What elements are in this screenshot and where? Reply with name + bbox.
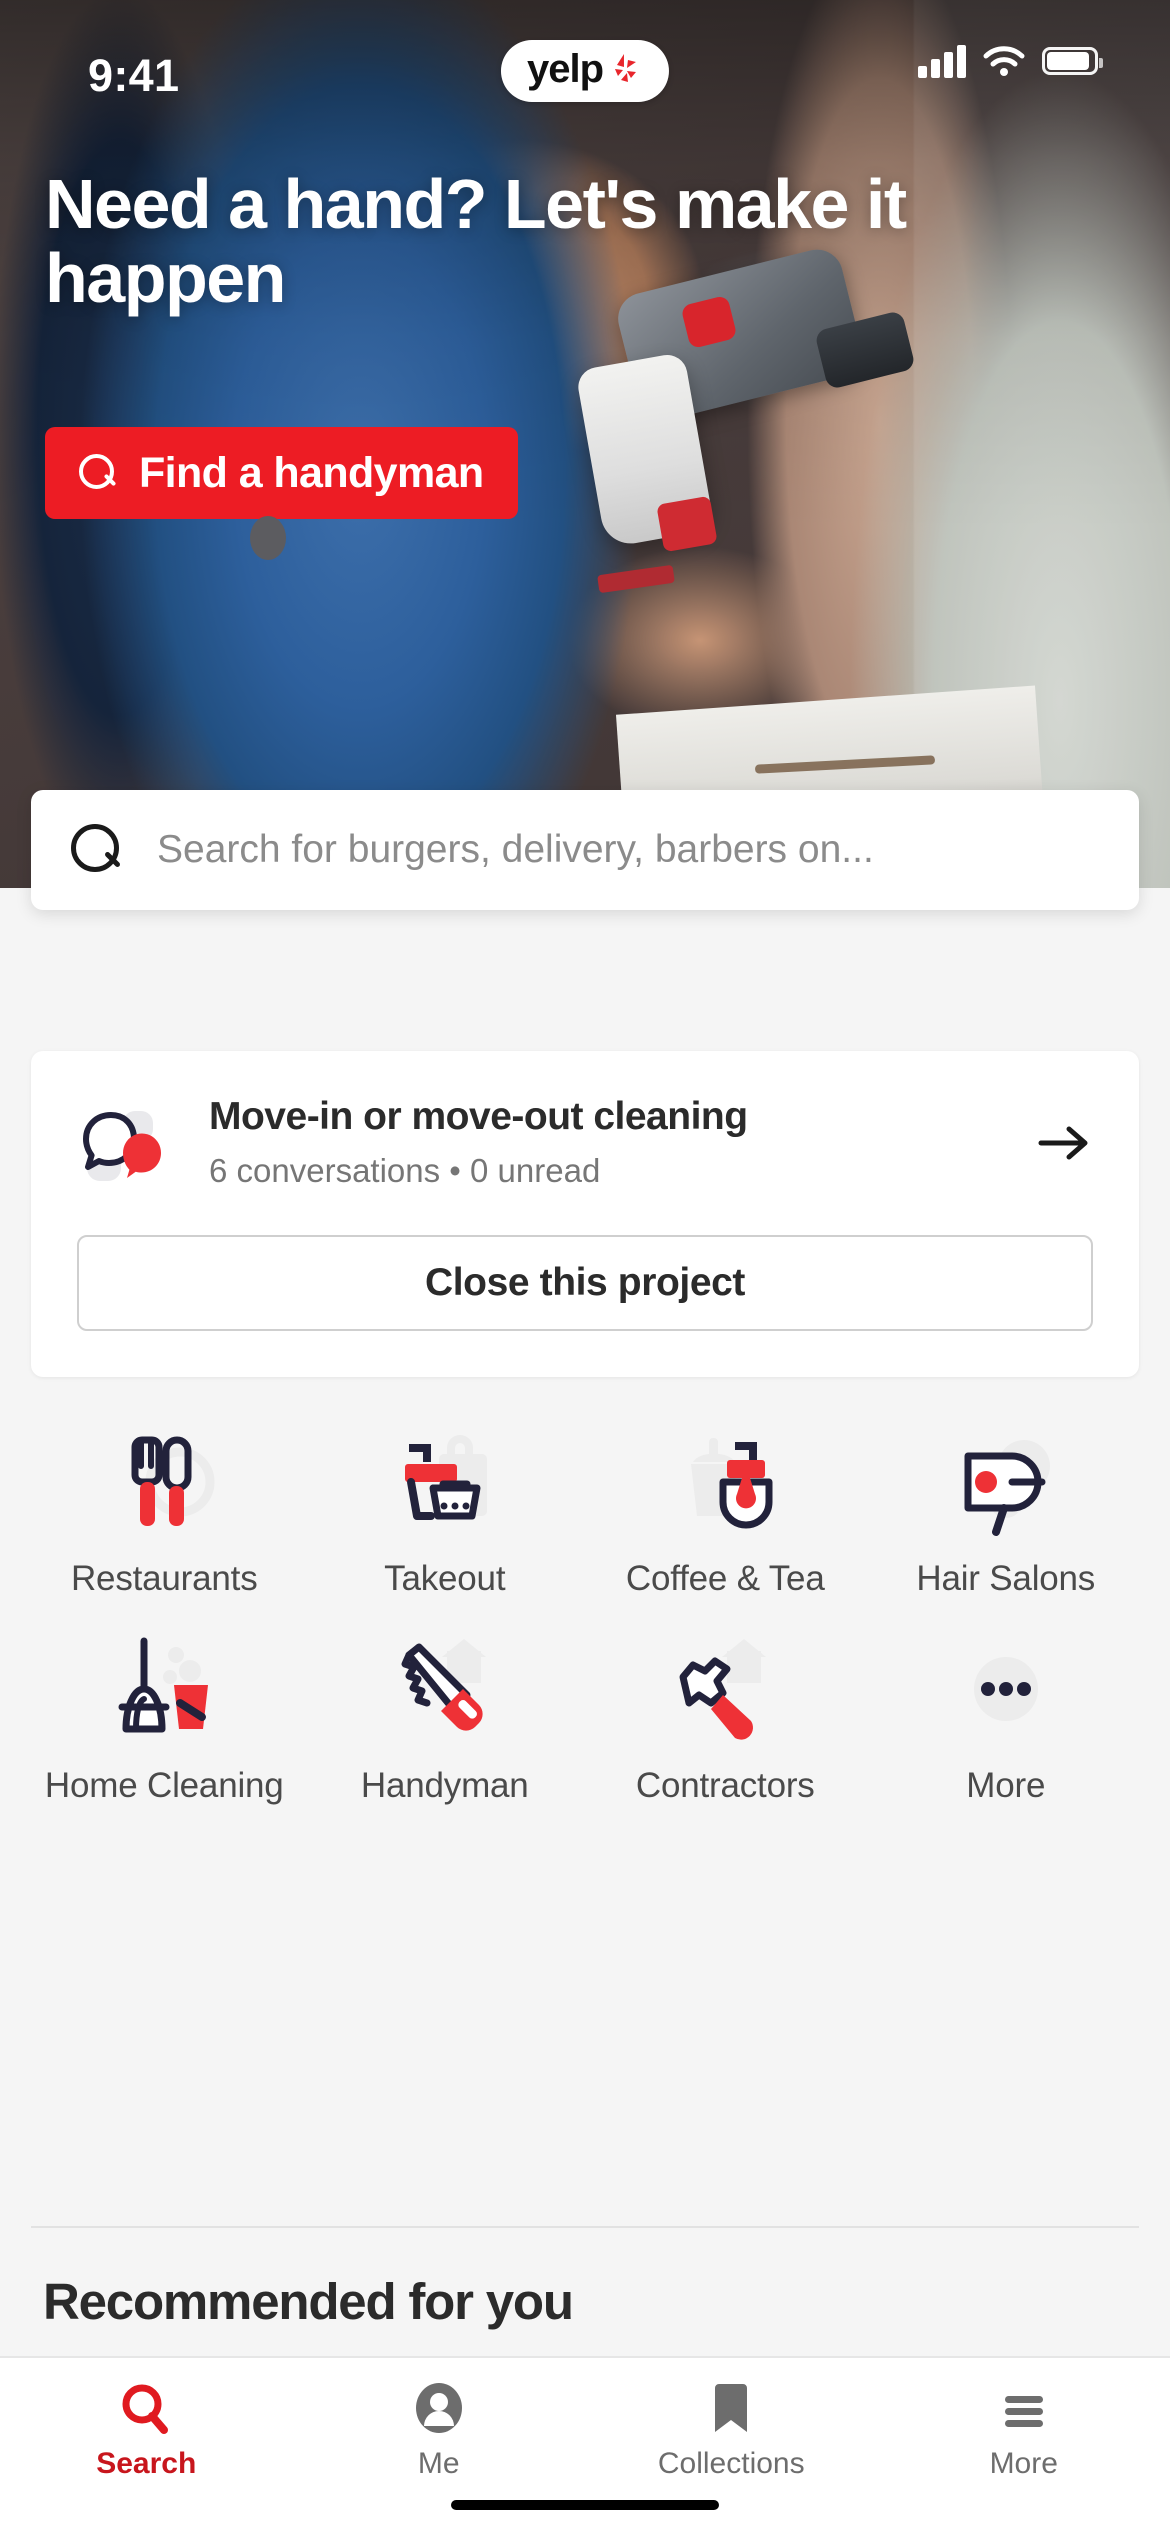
status-bar: 9:41 yelp <box>0 0 1170 120</box>
project-card[interactable]: Move-in or move-out cleaning 6 conversat… <box>31 1051 1139 1377</box>
search-icon <box>120 2380 172 2438</box>
category-label: Handyman <box>360 1766 529 1806</box>
hero-title: Need a hand? Let's make it happen <box>45 165 907 317</box>
tab-label: Search <box>96 2447 197 2480</box>
person-icon <box>414 2380 464 2438</box>
status-time: 9:41 <box>88 50 180 101</box>
broom-bucket-icon <box>104 1633 224 1751</box>
main-content: Move-in or move-out cleaning 6 conversat… <box>0 888 1170 2532</box>
category-label: Contractors <box>635 1766 815 1806</box>
category-coffee-tea[interactable]: Coffee & Tea <box>585 1418 866 1599</box>
hamburger-menu-icon <box>998 2380 1050 2438</box>
category-label: More <box>966 1766 1046 1806</box>
section-divider <box>31 2226 1139 2228</box>
hair-dryer-icon <box>946 1426 1066 1544</box>
search-input[interactable]: Search for burgers, delivery, barbers on… <box>157 828 874 872</box>
category-label: Takeout <box>384 1559 506 1598</box>
category-label: Coffee & Tea <box>625 1559 825 1598</box>
tab-label: Me <box>417 2447 460 2480</box>
find-a-handyman-label: Find a handyman <box>139 448 484 497</box>
hammer-icon <box>665 1633 785 1751</box>
app-screen: 9:41 yelp Need a hand? Let's make it hap… <box>0 0 1170 2532</box>
yelp-logo-badge: yelp <box>500 40 670 102</box>
category-takeout[interactable]: Takeout <box>305 1418 586 1599</box>
category-restaurants[interactable]: Restaurants <box>24 1418 305 1599</box>
chat-bubbles-icon <box>77 1095 175 1191</box>
project-card-text: Move-in or move-out cleaning 6 conversat… <box>209 1095 1001 1190</box>
tab-search[interactable]: Search <box>0 2358 293 2532</box>
handsaw-icon <box>385 1633 505 1751</box>
category-label: Home Cleaning <box>44 1766 284 1806</box>
wifi-icon <box>983 46 1025 76</box>
cellular-signal-icon <box>918 44 966 78</box>
recommended-heading: Recommended for you <box>43 2273 574 2330</box>
category-contractors[interactable]: Contractors <box>585 1625 866 1806</box>
category-label: Restaurants <box>70 1559 258 1598</box>
close-this-project-button[interactable]: Close this project <box>77 1235 1093 1331</box>
search-bar[interactable]: Search for burgers, delivery, barbers on… <box>31 790 1139 910</box>
mouse-cursor <box>250 516 286 560</box>
home-indicator <box>451 2500 719 2510</box>
category-handyman[interactable]: Handyman <box>305 1625 586 1806</box>
yelp-wordmark: yelp <box>526 47 604 91</box>
search-icon <box>71 824 123 876</box>
category-home-cleaning[interactable]: Home Cleaning <box>24 1625 305 1806</box>
tab-label: Collections <box>657 2447 805 2480</box>
category-grid: Restaurants Takeout Coffee & Tea Hair Sa… <box>0 1418 1170 1807</box>
takeout-bag-icon <box>385 1426 505 1544</box>
category-label: Hair Salons <box>916 1559 1096 1598</box>
arrow-right-icon[interactable] <box>1035 1114 1093 1172</box>
status-icons <box>918 44 1103 78</box>
project-title: Move-in or move-out cleaning <box>209 1095 748 1139</box>
coffee-cup-icon <box>665 1426 785 1544</box>
find-a-handyman-button[interactable]: Find a handyman <box>45 427 518 519</box>
tab-label: More <box>989 2447 1058 2480</box>
yelp-burst-icon <box>615 54 637 82</box>
ellipsis-icon <box>946 1633 1066 1751</box>
category-hair-salons[interactable]: Hair Salons <box>866 1418 1147 1599</box>
search-icon <box>79 454 117 492</box>
project-subtitle: 6 conversations • 0 unread <box>209 1151 601 1189</box>
tab-more[interactable]: More <box>878 2358 1170 2532</box>
project-card-header: Move-in or move-out cleaning 6 conversat… <box>77 1095 1093 1191</box>
fork-knife-icon <box>104 1426 224 1544</box>
battery-icon <box>1042 47 1103 75</box>
bookmark-icon <box>709 2380 753 2438</box>
hero-photo-detail <box>656 495 718 553</box>
category-more[interactable]: More <box>866 1625 1147 1806</box>
